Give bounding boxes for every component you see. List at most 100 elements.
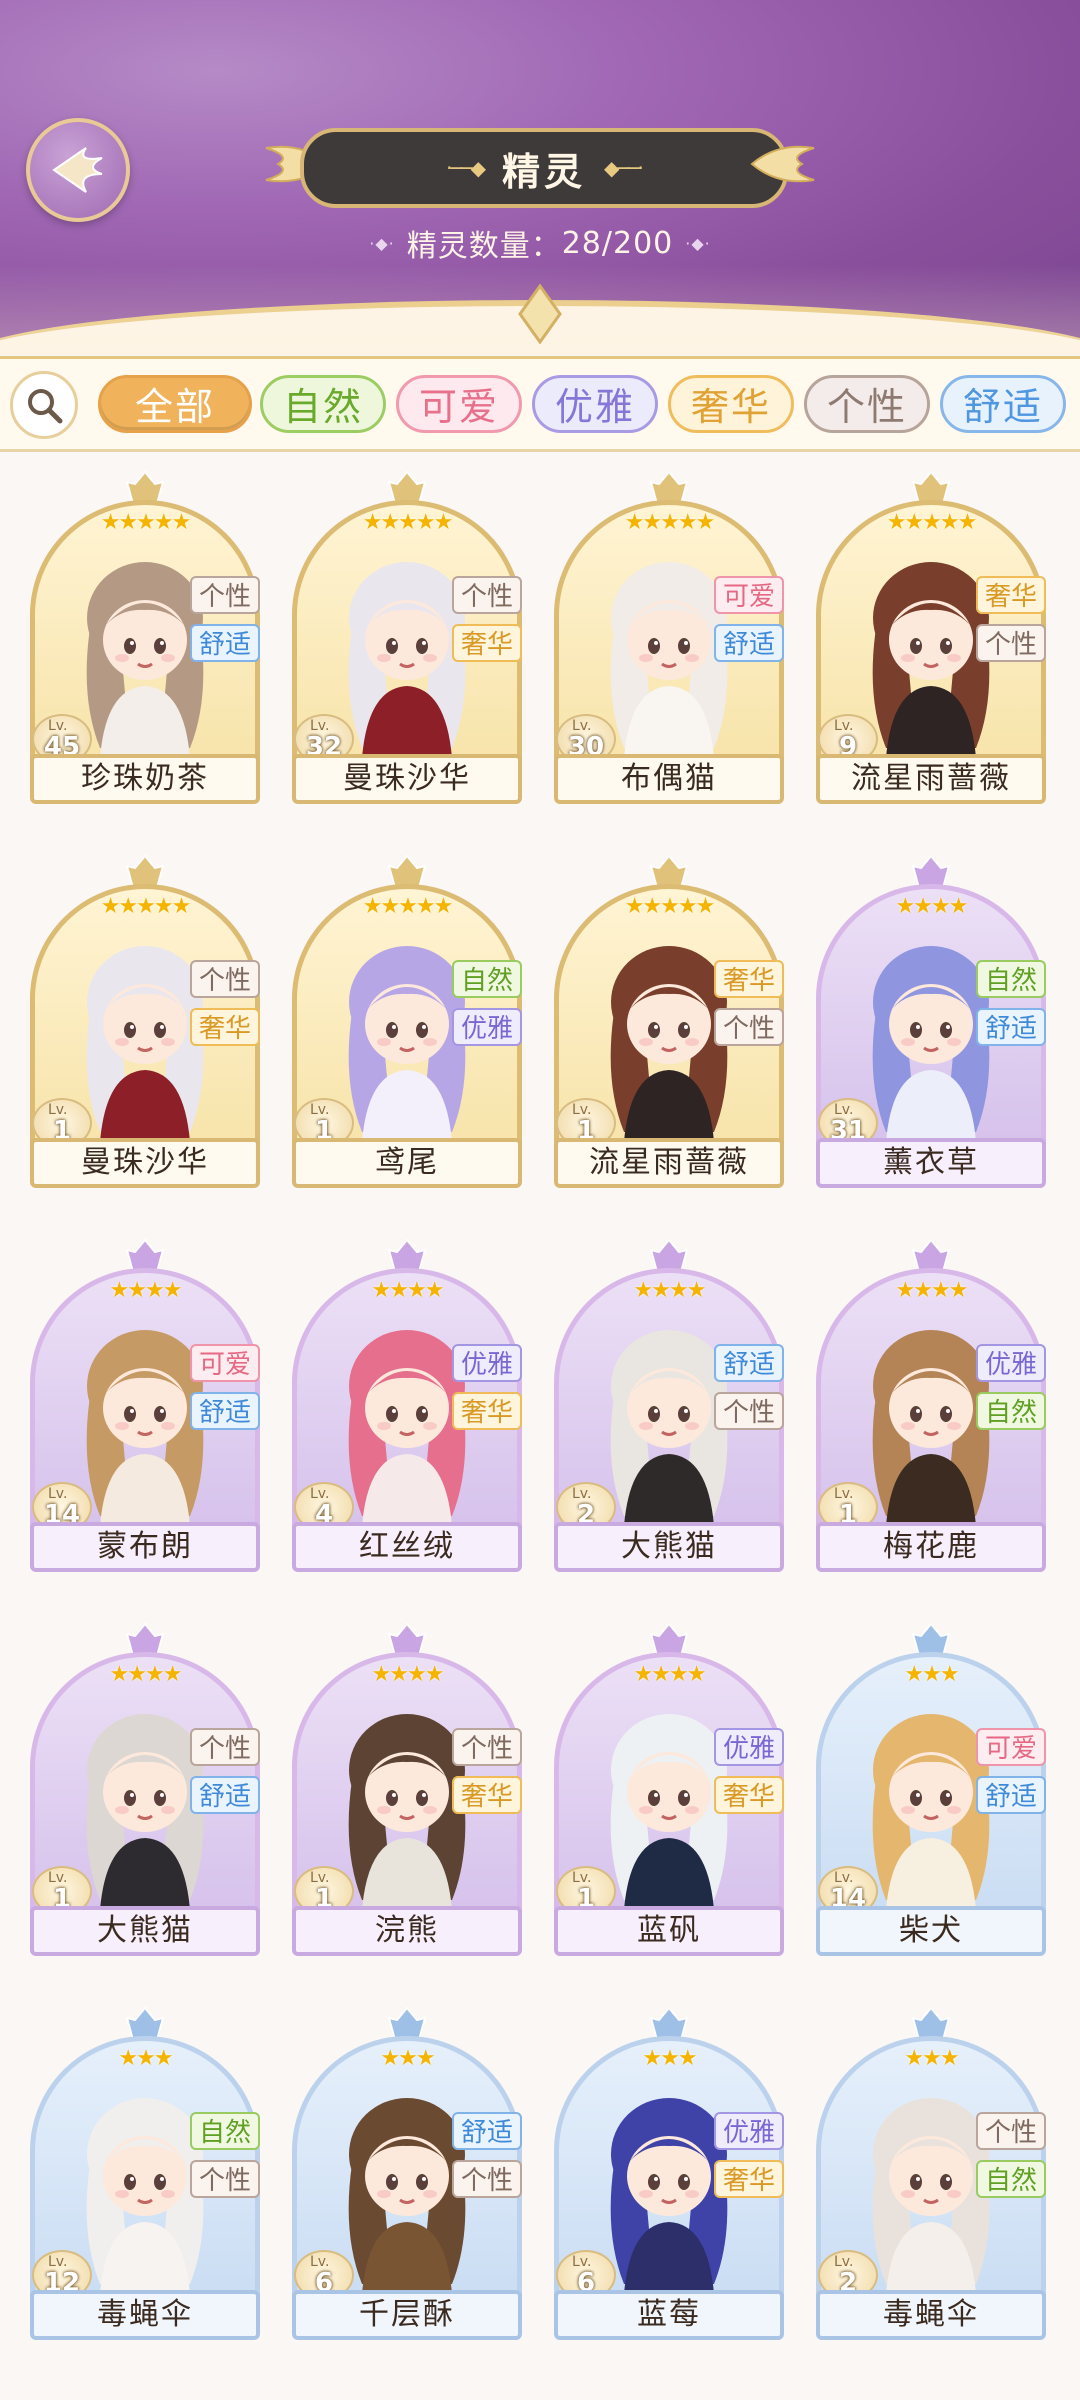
rarity-stars: ★★★★★ bbox=[362, 894, 454, 919]
rarity-stars: ★★★★ bbox=[371, 1662, 445, 1687]
filter-chip[interactable]: 舒适 bbox=[940, 375, 1066, 433]
spirit-card[interactable]: ★★★★ 可爱 舒适 Lv. 14 蒙布朗 bbox=[30, 1238, 260, 1578]
spirit-name: 蓝莓 bbox=[554, 2290, 784, 2340]
spirit-card[interactable]: ★★★★★ 可爱 舒适 Lv. 30 布偶猫 bbox=[554, 470, 784, 810]
spirit-name: 毒蝇伞 bbox=[816, 2290, 1046, 2340]
title-ornament-left: ·──◆ bbox=[446, 156, 486, 180]
spirit-card[interactable]: ★★★★ 个性 舒适 Lv. 1 大熊猫 bbox=[30, 1622, 260, 1962]
spirit-card[interactable]: ★★★★★ 个性 舒适 Lv. 45 珍珠奶茶 bbox=[30, 470, 260, 810]
trait-tag: 奢华 bbox=[452, 624, 522, 662]
spirit-name: 毒蝇伞 bbox=[30, 2290, 260, 2340]
spirit-card[interactable]: ★★★★ 个性 奢华 Lv. 1 浣熊 bbox=[292, 1622, 522, 1962]
trait-tag: 个性 bbox=[976, 2112, 1046, 2150]
trait-tag: 奢华 bbox=[714, 2160, 784, 2198]
trait-tag: 舒适 bbox=[452, 2112, 522, 2150]
spirit-card[interactable]: ★★★★ 优雅 自然 Lv. 1 梅花鹿 bbox=[816, 1238, 1046, 1578]
trait-tag: 奢华 bbox=[452, 1776, 522, 1814]
rarity-stars: ★★★★ bbox=[633, 1662, 707, 1687]
spirit-name: 鸢尾 bbox=[292, 1138, 522, 1188]
back-button[interactable] bbox=[26, 118, 130, 222]
trait-tag: 自然 bbox=[976, 960, 1046, 998]
filter-chip[interactable]: 自然 bbox=[260, 375, 386, 433]
spirit-card[interactable]: ★★★★★ 奢华 个性 Lv. 1 流星雨蔷薇 bbox=[554, 854, 784, 1194]
spirit-count: ·◆· 精灵数量： 28/200 ·◆· bbox=[330, 220, 750, 266]
rarity-stars: ★★★★★ bbox=[624, 510, 716, 535]
diamond-gem-icon bbox=[518, 284, 562, 344]
rarity-stars: ★★★★ bbox=[371, 1278, 445, 1303]
filter-chip[interactable]: 全部 bbox=[98, 375, 252, 433]
trait-tag: 奢华 bbox=[714, 960, 784, 998]
filter-chip[interactable]: 个性 bbox=[804, 375, 930, 433]
trait-tag: 奢华 bbox=[714, 1776, 784, 1814]
filter-chip[interactable]: 优雅 bbox=[532, 375, 658, 433]
filter-chip[interactable]: 可爱 bbox=[396, 375, 522, 433]
rarity-stars: ★★★ bbox=[118, 2046, 173, 2071]
spirit-card[interactable]: ★★★★★ 个性 奢华 Lv. 32 曼珠沙华 bbox=[292, 470, 522, 810]
spirit-card[interactable]: ★★★ 优雅 奢华 Lv. 6 蓝莓 bbox=[554, 2006, 784, 2346]
rarity-stars: ★★★ bbox=[904, 1662, 959, 1687]
trait-tag: 可爱 bbox=[190, 1344, 260, 1382]
rarity-stars: ★★★★★ bbox=[886, 510, 978, 535]
trait-tag: 个性 bbox=[452, 2160, 522, 2198]
count-ornament-right: ·◆· bbox=[685, 233, 711, 253]
spirit-name: 曼珠沙华 bbox=[30, 1138, 260, 1188]
trait-tag: 可爱 bbox=[976, 1728, 1046, 1766]
spirit-card[interactable]: ★★★★ 优雅 奢华 Lv. 1 蓝矾 bbox=[554, 1622, 784, 1962]
trait-tag: 舒适 bbox=[714, 624, 784, 662]
rarity-stars: ★★★★★ bbox=[100, 510, 192, 535]
spirit-card[interactable]: ★★★★★ 奢华 个性 Lv. 9 流星雨蔷薇 bbox=[816, 470, 1046, 810]
spirit-card[interactable]: ★★★★★ 个性 奢华 Lv. 1 曼珠沙华 bbox=[30, 854, 260, 1194]
filter-chip[interactable]: 奢华 bbox=[668, 375, 794, 433]
trait-tag: 自然 bbox=[976, 2160, 1046, 2198]
trait-tag: 舒适 bbox=[714, 1344, 784, 1382]
search-button[interactable] bbox=[10, 371, 78, 439]
spirit-card[interactable]: ★★★ 可爱 舒适 Lv. 14 柴犬 bbox=[816, 1622, 1046, 1962]
trait-tag: 优雅 bbox=[976, 1344, 1046, 1382]
rarity-stars: ★★★★ bbox=[109, 1662, 183, 1687]
trait-tag: 自然 bbox=[452, 960, 522, 998]
trait-tag: 舒适 bbox=[190, 624, 260, 662]
trait-tag: 个性 bbox=[714, 1392, 784, 1430]
trait-tag: 奢华 bbox=[452, 1392, 522, 1430]
rarity-stars: ★★★★★ bbox=[100, 894, 192, 919]
trait-tag: 个性 bbox=[190, 960, 260, 998]
trait-tag: 可爱 bbox=[714, 576, 784, 614]
title-plate: ·──◆ 精灵 ◆──· bbox=[300, 128, 788, 208]
trait-tag: 奢华 bbox=[976, 576, 1046, 614]
trait-tag: 优雅 bbox=[714, 1728, 784, 1766]
spirit-card[interactable]: ★★★ 舒适 个性 Lv. 6 千层酥 bbox=[292, 2006, 522, 2346]
spirit-card[interactable]: ★★★★ 自然 舒适 Lv. 31 薰衣草 bbox=[816, 854, 1046, 1194]
trait-tag: 优雅 bbox=[452, 1344, 522, 1382]
rarity-stars: ★★★★ bbox=[895, 1278, 969, 1303]
trait-tag: 舒适 bbox=[190, 1776, 260, 1814]
spirit-card[interactable]: ★★★ 个性 自然 Lv. 2 毒蝇伞 bbox=[816, 2006, 1046, 2346]
trait-tag: 个性 bbox=[190, 576, 260, 614]
spirit-name: 大熊猫 bbox=[30, 1906, 260, 1956]
rarity-stars: ★★★★ bbox=[895, 894, 969, 919]
spirit-name: 流星雨蔷薇 bbox=[816, 754, 1046, 804]
trait-tag: 舒适 bbox=[976, 1776, 1046, 1814]
spirit-card[interactable]: ★★★ 自然 个性 Lv. 12 毒蝇伞 bbox=[30, 2006, 260, 2346]
title-ornament-right: ◆──· bbox=[604, 156, 644, 180]
spirit-name: 千层酥 bbox=[292, 2290, 522, 2340]
trait-tag: 优雅 bbox=[714, 2112, 784, 2150]
rarity-stars: ★★★ bbox=[904, 2046, 959, 2071]
spirit-name: 浣熊 bbox=[292, 1906, 522, 1956]
spirit-name: 梅花鹿 bbox=[816, 1522, 1046, 1572]
spirit-card[interactable]: ★★★★ 舒适 个性 Lv. 2 大熊猫 bbox=[554, 1238, 784, 1578]
trait-tag: 个性 bbox=[976, 624, 1046, 662]
spirit-card[interactable]: ★★★★★ 自然 优雅 Lv. 1 鸢尾 bbox=[292, 854, 522, 1194]
title-right-wing-icon bbox=[750, 145, 815, 183]
trait-tag: 舒适 bbox=[976, 1008, 1046, 1046]
count-ornament-left: ·◆· bbox=[369, 233, 395, 253]
spirit-card[interactable]: ★★★★ 优雅 奢华 Lv. 4 红丝绒 bbox=[292, 1238, 522, 1578]
spirit-name: 蒙布朗 bbox=[30, 1522, 260, 1572]
page-title: 精灵 bbox=[501, 149, 586, 194]
rarity-stars: ★★★ bbox=[642, 2046, 697, 2071]
trait-tag: 个性 bbox=[190, 2160, 260, 2198]
trait-tag: 自然 bbox=[190, 2112, 260, 2150]
rarity-stars: ★★★★ bbox=[109, 1278, 183, 1303]
spirit-name: 大熊猫 bbox=[554, 1522, 784, 1572]
rarity-stars: ★★★★ bbox=[633, 1278, 707, 1303]
trait-tag: 个性 bbox=[452, 576, 522, 614]
